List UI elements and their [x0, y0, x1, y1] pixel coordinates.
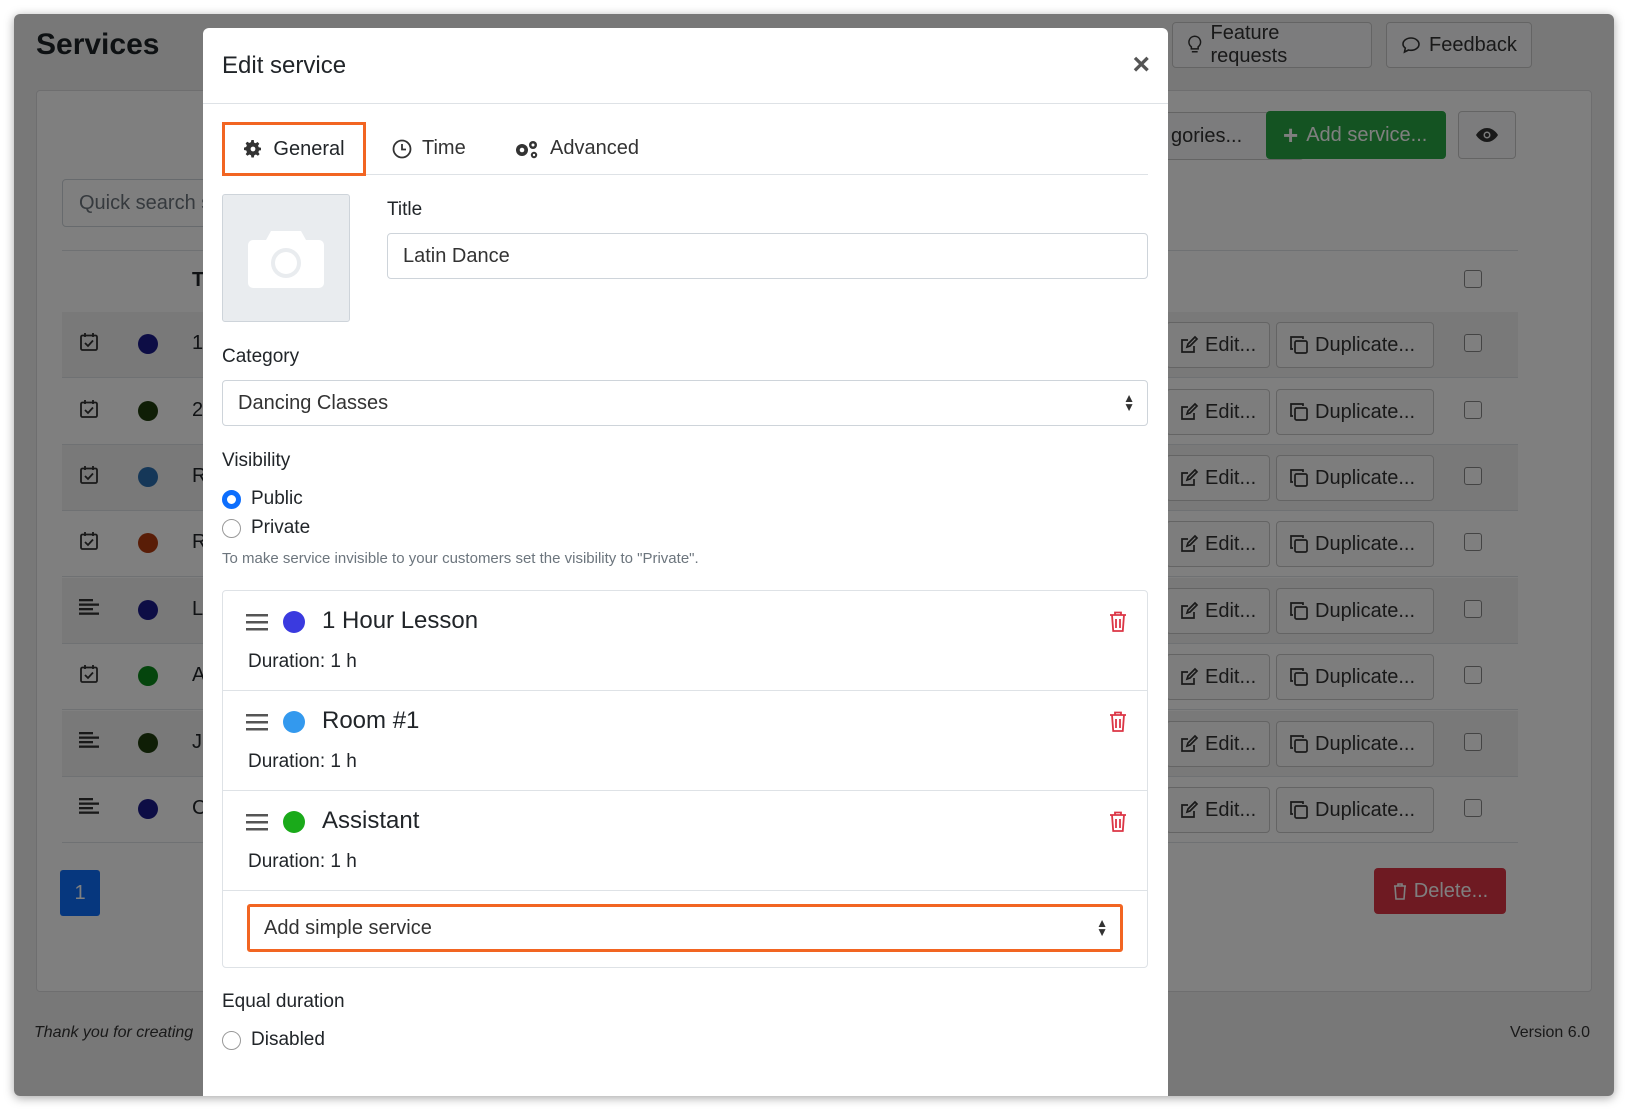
service-image-placeholder[interactable] [222, 194, 350, 322]
simple-service-item[interactable]: Room #1 Duration: 1 h [223, 691, 1147, 791]
private-label: Private [251, 517, 311, 538]
simple-service-item[interactable]: Assistant Duration: 1 h [223, 791, 1147, 891]
edit-service-modal: Edit service × General Time Advanced Tit… [203, 28, 1168, 1096]
gear-icon [244, 140, 262, 158]
trash-icon[interactable] [1109, 811, 1127, 838]
visibility-private-option[interactable]: Private [222, 517, 310, 539]
modal-title: Edit service [222, 51, 347, 79]
select-arrows-icon: ▲ ▼ [1096, 916, 1108, 939]
visibility-public-option[interactable]: Public [222, 488, 303, 510]
category-value: Dancing Classes [238, 391, 389, 414]
simple-service-name: Room #1 [322, 707, 420, 734]
simple-service-duration: Duration: 1 h [248, 751, 357, 772]
clock-icon [392, 139, 412, 158]
tab-time[interactable]: Time [392, 122, 466, 175]
close-icon[interactable]: × [1132, 50, 1150, 80]
tab-advanced-label: Advanced [550, 137, 639, 159]
simple-service-name: 1 Hour Lesson [322, 607, 479, 634]
equal-duration-disabled-option[interactable]: Disabled [222, 1029, 325, 1051]
trash-icon[interactable] [1109, 711, 1127, 738]
visibility-hint: To make service invisible to your custom… [222, 550, 699, 567]
public-label: Public [251, 488, 303, 509]
title-label: Title [387, 199, 423, 220]
drag-handle-icon[interactable] [246, 713, 268, 736]
tab-general[interactable]: General [222, 122, 366, 176]
add-simple-service-label: Add simple service [264, 916, 432, 939]
modal-header: Edit service × [203, 28, 1168, 104]
private-radio[interactable] [222, 518, 241, 538]
camera-icon [248, 231, 324, 288]
modal-tabs: General Time Advanced [222, 122, 1148, 176]
simple-services-list: 1 Hour Lesson Duration: 1 h Room #1 Dura… [222, 590, 1148, 968]
service-color-dot [283, 811, 305, 833]
tab-general-label: General [273, 137, 345, 160]
simple-service-item[interactable]: 1 Hour Lesson Duration: 1 h [223, 591, 1147, 691]
tab-advanced[interactable]: Advanced [514, 122, 639, 175]
drag-handle-icon[interactable] [246, 613, 268, 636]
category-select[interactable]: Dancing Classes ▲ ▼ [222, 380, 1148, 426]
public-radio[interactable] [222, 489, 241, 509]
gears-icon [516, 140, 538, 158]
drag-handle-icon[interactable] [246, 813, 268, 836]
service-color-dot [283, 611, 305, 633]
tab-time-label: Time [422, 137, 466, 159]
add-simple-service-select[interactable]: Add simple service ▲ ▼ [247, 904, 1123, 952]
select-arrows-icon: ▲ ▼ [1123, 391, 1135, 414]
trash-icon[interactable] [1109, 611, 1127, 638]
category-label: Category [222, 346, 300, 367]
title-input[interactable]: Latin Dance [387, 233, 1148, 279]
disabled-label: Disabled [251, 1029, 325, 1050]
app-window: Services Feature requests Feedback Quick… [14, 14, 1614, 1096]
simple-service-duration: Duration: 1 h [248, 851, 357, 872]
disabled-radio[interactable] [222, 1030, 241, 1050]
service-color-dot [283, 711, 305, 733]
simple-service-name: Assistant [322, 807, 420, 834]
equal-duration-label: Equal duration [222, 991, 345, 1012]
visibility-label: Visibility [222, 450, 291, 471]
simple-service-duration: Duration: 1 h [248, 651, 357, 672]
